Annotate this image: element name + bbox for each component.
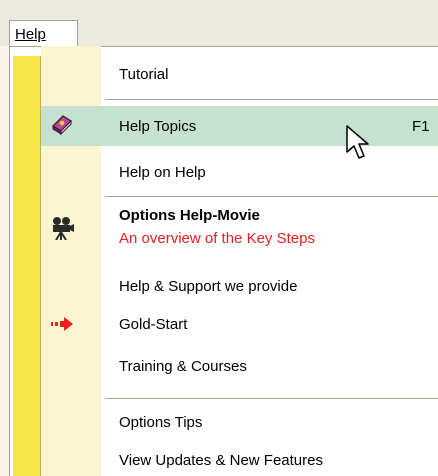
menu-item-sublabel: An overview of the Key Steps — [119, 230, 315, 247]
menu-sidebar-stripe — [13, 56, 41, 476]
menu-item-label: View Updates & New Features — [119, 452, 323, 469]
menu-item-help-on-help[interactable]: Help on Help — [41, 158, 438, 184]
menu-item-help-support[interactable]: Help & Support we provide — [41, 274, 438, 300]
menu-item-label: Training & Courses — [119, 358, 247, 375]
help-menu-label: Help — [15, 26, 46, 43]
menu-item-training-courses[interactable]: Training & Courses — [41, 354, 438, 380]
mouse-cursor-icon — [345, 124, 375, 169]
menu-item-label: Help on Help — [119, 164, 206, 181]
menu-item-tutorial[interactable]: Tutorial — [41, 64, 438, 90]
menu-item-view-updates[interactable]: View Updates & New Features — [41, 448, 438, 474]
menu-item-options-help-movie[interactable]: Options Help-Movie An overview of the Ke… — [41, 204, 438, 260]
help-menu-button[interactable]: Help — [9, 20, 78, 47]
menu-item-label: Help Topics — [119, 118, 197, 135]
red-arrow-icon — [41, 314, 83, 338]
menu-separator — [105, 99, 438, 100]
menu-item-label: Gold-Start — [119, 316, 188, 333]
movie-camera-icon — [41, 216, 83, 244]
menu-item-help-topics[interactable]: Help Topics F1 — [41, 106, 438, 146]
menu-separator — [105, 398, 438, 399]
menu-item-label: Tutorial — [119, 66, 169, 83]
menu-separator — [105, 196, 438, 197]
book-icon — [41, 113, 83, 141]
menu-item-label: Options Help-Movie — [119, 207, 260, 224]
menu-bar: Help — [0, 0, 438, 47]
menu-item-label: Help & Support we provide — [119, 278, 298, 295]
menu-item-options-tips[interactable]: Options Tips — [41, 410, 438, 436]
menu-item-gold-start[interactable]: Gold-Start — [41, 312, 438, 338]
shortcut-label: F1 — [412, 118, 430, 135]
menu-item-label: Options Tips — [119, 414, 203, 431]
